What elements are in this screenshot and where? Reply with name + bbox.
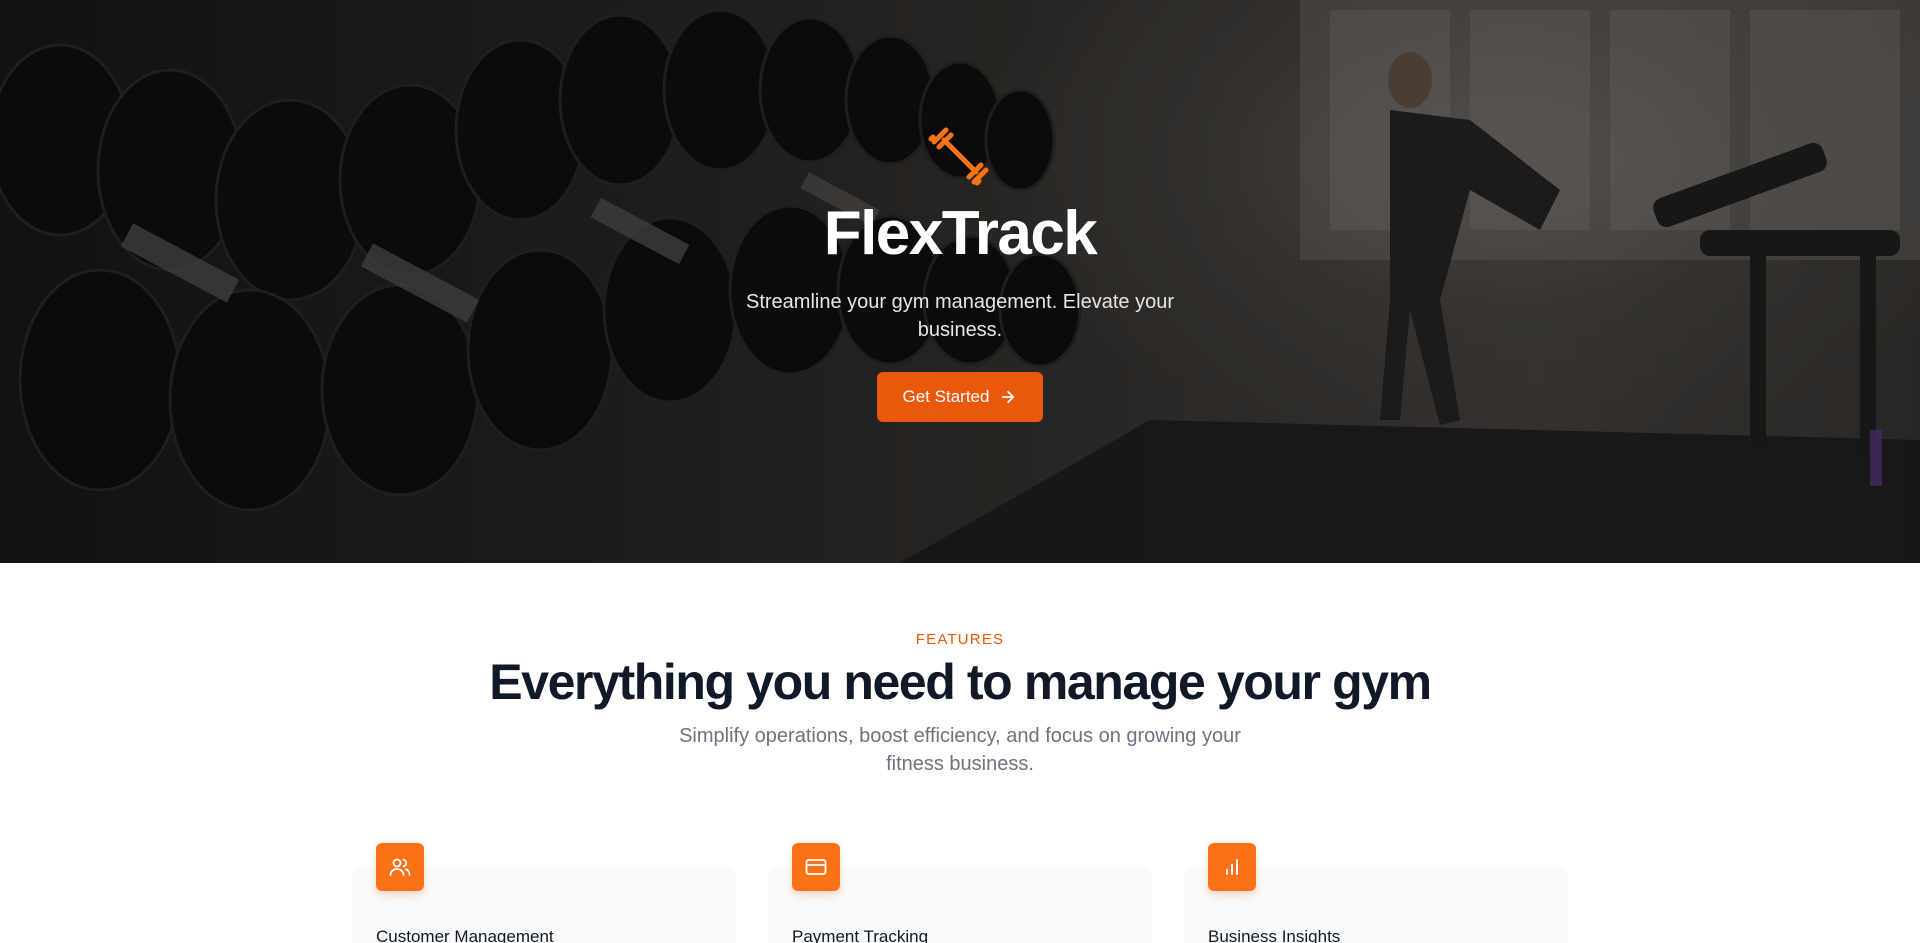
features-eyebrow: FEATURES bbox=[915, 631, 1005, 648]
credit-card-icon bbox=[792, 843, 840, 891]
feature-card-title: Payment Tracking bbox=[792, 927, 929, 943]
features-subtitle: Simplify operations, boost efficiency, a… bbox=[679, 725, 1241, 775]
hero-tagline: Streamline your gym management. Elevate … bbox=[746, 291, 1174, 341]
feature-cards: Customer Management Payment Tracking Bus… bbox=[352, 843, 1568, 943]
users-icon bbox=[376, 843, 424, 891]
bar-chart-icon bbox=[1208, 843, 1256, 891]
get-started-button[interactable]: Get Started bbox=[877, 372, 1043, 422]
feature-card-business-insights[interactable]: Business Insights bbox=[1184, 843, 1568, 943]
feature-card-customer-management[interactable]: Customer Management bbox=[352, 843, 736, 943]
get-started-label: Get Started bbox=[902, 387, 990, 406]
dumbbell-icon bbox=[928, 127, 989, 186]
hero-section: FlexTrack Streamline your gym management… bbox=[0, 0, 1920, 563]
features-title: Everything you need to manage your gym bbox=[489, 654, 1432, 710]
feature-card-title: Business Insights bbox=[1208, 927, 1341, 943]
feature-card-payment-tracking[interactable]: Payment Tracking bbox=[768, 843, 1152, 943]
hero-content: FlexTrack Streamline your gym management… bbox=[0, 0, 1920, 563]
feature-card-title: Customer Management bbox=[376, 927, 554, 943]
features-section: FEATURES Everything you need to manage y… bbox=[0, 563, 1920, 943]
brand-title: FlexTrack bbox=[823, 199, 1098, 268]
arrow-right-icon bbox=[1002, 390, 1015, 404]
